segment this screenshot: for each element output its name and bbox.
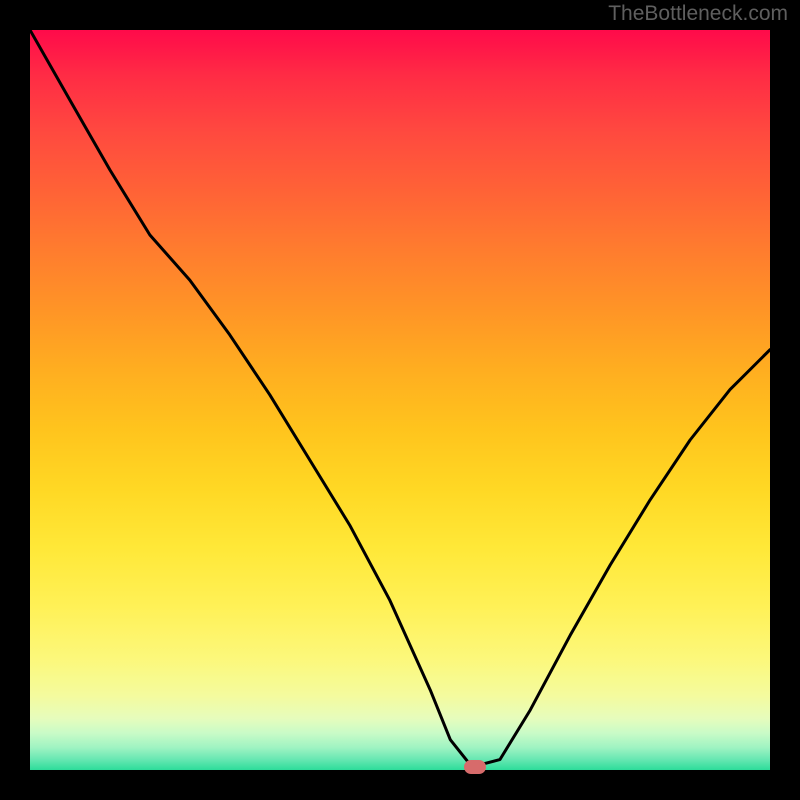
chart-curve (30, 30, 770, 770)
chart-plot-area (30, 30, 770, 770)
optimum-marker (464, 760, 486, 774)
watermark-text: TheBottleneck.com (608, 2, 788, 26)
